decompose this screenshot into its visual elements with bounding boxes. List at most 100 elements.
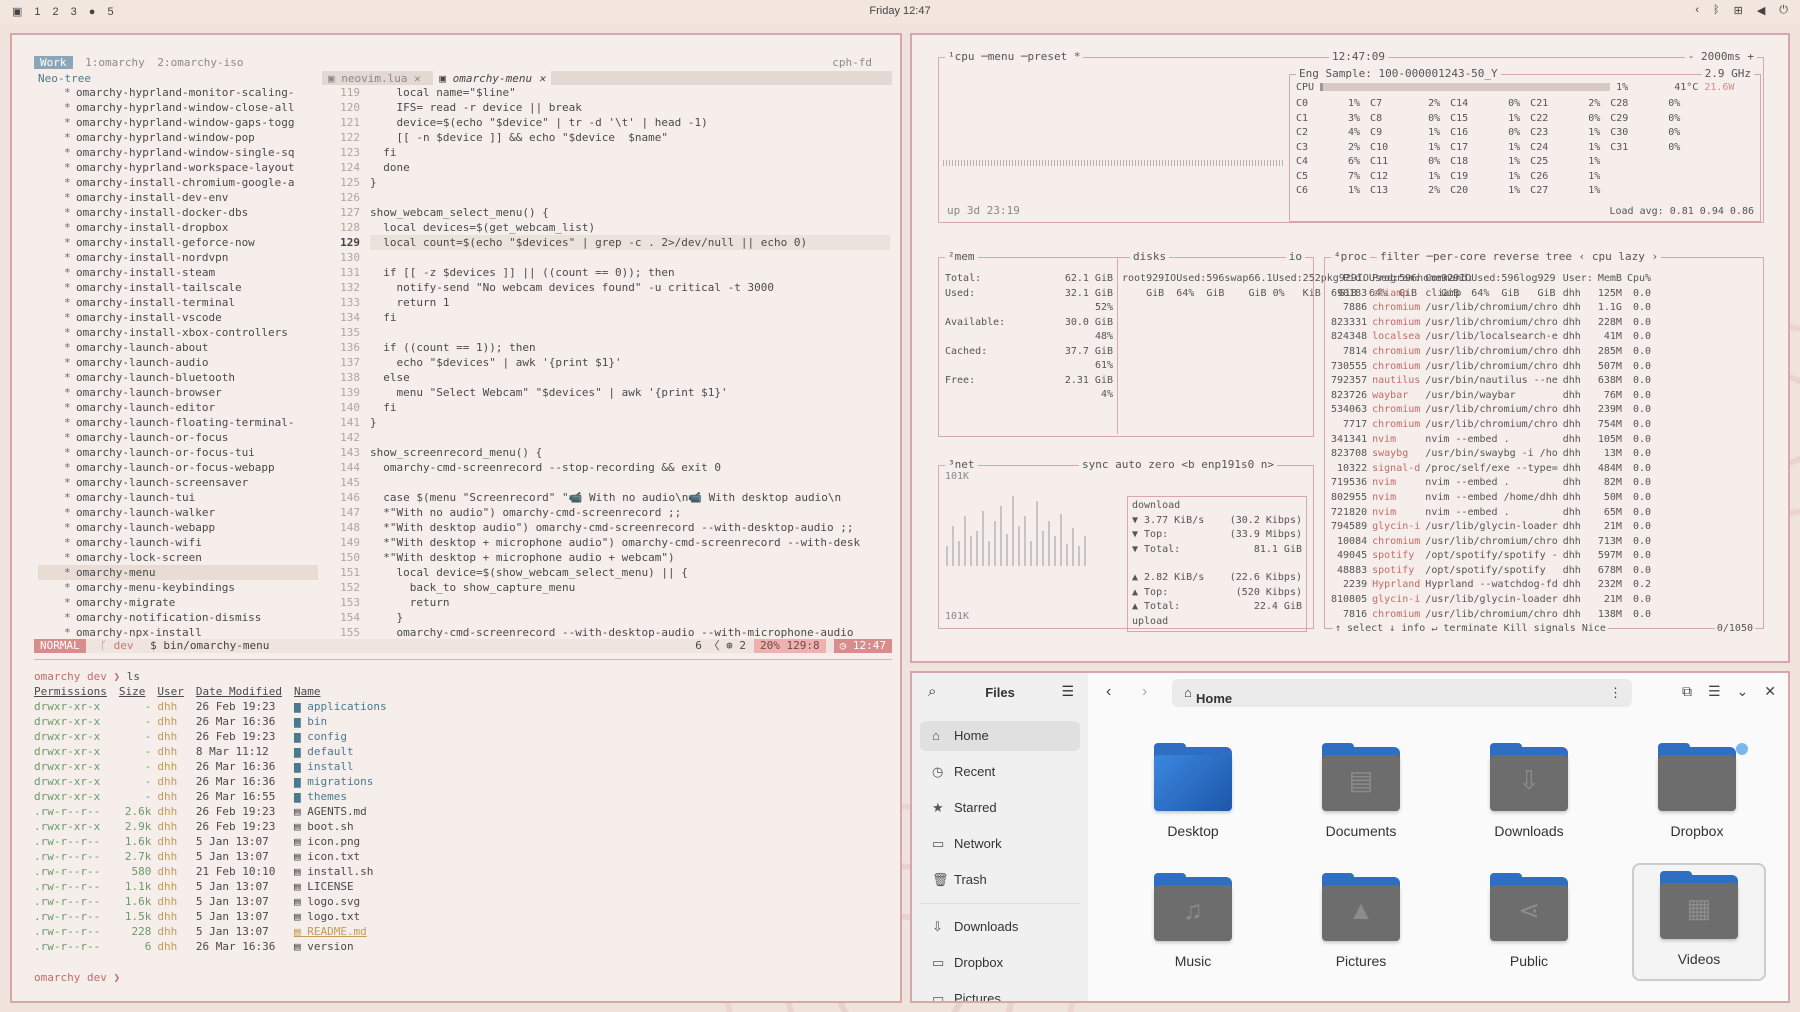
terminal-window-neovim[interactable]: Work 1:omarchy 2:omarchy-iso cph-fd Neo-… (10, 33, 902, 1003)
folder-videos[interactable]: ▦ Videos (1632, 863, 1766, 981)
proc-row[interactable]: 823726 waybar/usr/bin/waybar dhh 76M 0.0 (1331, 389, 1656, 404)
folder-music[interactable]: ♫ Music (1128, 867, 1258, 985)
proc-row[interactable]: 690183 cliamp cliamp dhh 125M 0.0 (1331, 287, 1656, 302)
tree-item[interactable]: omarchy-install-nordvpn (38, 250, 318, 265)
tree-item[interactable]: omarchy-install-vscode (38, 310, 318, 325)
network-icon[interactable]: ⊞ (1734, 4, 1743, 17)
shell-prompt-empty[interactable]: omarchy dev ❯ (34, 970, 892, 985)
tree-item[interactable]: omarchy-lock-screen (38, 550, 318, 565)
tree-item[interactable]: omarchy-launch-or-focus (38, 430, 318, 445)
tree-item[interactable]: omarchy-menu (38, 565, 318, 580)
sidebar-item-home[interactable]: ⌂ Home (920, 721, 1080, 751)
io-toggle[interactable]: io (1285, 250, 1305, 265)
bluetooth-icon[interactable]: ᛒ (1713, 4, 1720, 17)
sidebar-item-starred[interactable]: ★ Starred (920, 793, 1080, 823)
tree-item[interactable]: omarchy-launch-screensaver (38, 475, 318, 490)
ls-name[interactable]: ▆ migrations (294, 774, 393, 789)
workspace-2[interactable]: 2 (53, 6, 59, 18)
folder-desktop[interactable]: Desktop (1128, 737, 1258, 855)
proc-row[interactable]: 823708 swaybg/usr/bin/swaybg -i /ho dhh 13M… (1331, 447, 1656, 462)
proc-row[interactable]: 802955 nvim nvim --embed /home/dhh dhh 50M 0.… (1331, 491, 1656, 506)
shell-pane[interactable]: omarchy dev ❯ ls Permissions Size User Date… (34, 669, 892, 985)
tree-item[interactable]: omarchy-launch-floating-terminal- (38, 415, 318, 430)
ls-name[interactable]: ▤ install.sh (294, 864, 393, 879)
ls-name[interactable]: ▆ bin (294, 714, 393, 729)
ls-name[interactable]: ▤ logo.svg (294, 894, 393, 909)
workspace-1[interactable]: 1 (34, 6, 40, 18)
folder-documents[interactable]: ▤ Documents (1296, 737, 1426, 855)
cpu-panel-title[interactable]: ¹cpu ─menu ─preset * (945, 50, 1084, 64)
ls-name[interactable]: ▆ themes (294, 789, 393, 804)
tree-item[interactable]: omarchy-launch-editor (38, 400, 318, 415)
tree-item[interactable]: omarchy-launch-or-focus-tui (38, 445, 318, 460)
tree-item[interactable]: omarchy-notification-dismiss (38, 610, 318, 625)
chevron-left-icon[interactable]: ‹ (1695, 4, 1699, 17)
tree-item[interactable]: omarchy-launch-about (38, 340, 318, 355)
sidebar-item-trash[interactable]: 🗑 Trash (920, 865, 1080, 895)
buffer-tab-omarchy-menu[interactable]: ▣ omarchy-menu ✕ (433, 71, 552, 86)
tree-item[interactable]: omarchy-launch-walker (38, 505, 318, 520)
back-button[interactable]: ‹ (1106, 683, 1111, 701)
tree-item[interactable]: omarchy-install-chromium-google-a (38, 175, 318, 190)
tree-item[interactable]: omarchy-launch-webapp (38, 520, 318, 535)
tree-item[interactable]: omarchy-hyprland-window-close-all (38, 100, 318, 115)
new-tab-icon[interactable]: ⧉ (1682, 683, 1692, 700)
proc-row[interactable]: 10084 chromium/usr/lib/chromium/chro dhh 71… (1331, 535, 1656, 550)
workspace-4-active[interactable]: ● (89, 6, 96, 18)
ls-name[interactable]: ▤ icon.txt (294, 849, 393, 864)
tree-item[interactable]: omarchy-hyprland-window-single-sq (38, 145, 318, 160)
tab-omarchy[interactable]: 1:omarchy (85, 56, 145, 69)
sidebar-item-dropbox[interactable]: ▭ Dropbox (920, 948, 1080, 978)
ls-name[interactable]: ▤ LICENSE (294, 879, 393, 894)
btop-window[interactable]: ¹cpu ─menu ─preset * 12:47:09 - 2000ms +… (910, 33, 1790, 663)
ls-name[interactable]: ▤ AGENTS.md (294, 804, 393, 819)
tree-item[interactable]: omarchy-launch-wifi (38, 535, 318, 550)
proc-row[interactable]: 2239 Hyprland Hyprland --watchdog-fd dhh 232… (1331, 578, 1656, 593)
tree-item[interactable]: omarchy-launch-tui (38, 490, 318, 505)
tree-item[interactable]: omarchy-install-tailscale (38, 280, 318, 295)
proc-row[interactable]: 7814 chromium/usr/lib/chromium/chro dhh 285… (1331, 345, 1656, 360)
forward-button[interactable]: › (1142, 683, 1147, 701)
proc-row[interactable]: 721820 nvim nvim --embed . dhh 65M 0.0 (1331, 506, 1656, 521)
power-icon[interactable]: ⏻ (1779, 4, 1788, 17)
proc-row[interactable]: 48883 spotify/opt/spotify/spotify dhh 678M 0… (1331, 564, 1656, 579)
update-rate[interactable]: - 2000ms + (1684, 50, 1757, 64)
folder-downloads[interactable]: ⇩ Downloads (1464, 737, 1594, 855)
tree-item[interactable]: omarchy-hyprland-monitor-scaling- (38, 85, 318, 100)
path-menu-icon[interactable]: ⋮ (1609, 685, 1622, 701)
proc-row[interactable]: 719536 nvim nvim --embed . dhh 82M 0.0 (1331, 476, 1656, 491)
volume-icon[interactable]: ◀ (1757, 4, 1765, 17)
tree-item[interactable]: omarchy-install-dev-env (38, 190, 318, 205)
ls-name[interactable]: ▤ logo.txt (294, 909, 393, 924)
proc-row[interactable]: 730555 chromium/usr/lib/chromium/chro dhh 5… (1331, 360, 1656, 375)
ls-name[interactable]: ▆ config (294, 729, 393, 744)
files-window[interactable]: ⌕ Files ☰ ⌂ Home ◷ Recent ★ Starred ▭ Network 🗑 T… (910, 671, 1790, 1003)
list-view-icon[interactable]: ☰ (1708, 683, 1721, 700)
ls-name[interactable]: ▤ version (294, 939, 393, 954)
proc-column-header[interactable]: Command: (1425, 272, 1562, 287)
net-options[interactable]: sync auto zero <b enp191s0 n> (1079, 458, 1278, 472)
tree-item[interactable]: omarchy-npx-install (38, 625, 318, 640)
menu-icon[interactable]: ☰ (1061, 683, 1074, 700)
proc-column-header[interactable]: Cpu% (1627, 272, 1656, 287)
sidebar-item-pictures[interactable]: ▭ Pictures (920, 984, 1080, 1001)
proc-row[interactable]: 7717 chromium/usr/lib/chromium/chro dhh 754… (1331, 418, 1656, 433)
close-icon[interactable]: ✕ (1764, 683, 1776, 700)
proc-footer[interactable]: ↑ select ↓ info ↵ terminate Kill signals… (1333, 622, 1608, 636)
proc-row[interactable]: 7886 chromium/usr/lib/chromium/chro dhh 1.1… (1331, 301, 1656, 316)
workspace-3[interactable]: 3 (71, 6, 77, 18)
proc-column-header[interactable]: Pid: (1331, 272, 1372, 287)
tree-item[interactable]: omarchy-migrate (38, 595, 318, 610)
tree-item[interactable]: omarchy-menu-keybindings (38, 580, 318, 595)
ls-name[interactable]: ▤ icon.png (294, 834, 393, 849)
tree-item[interactable]: omarchy-install-steam (38, 265, 318, 280)
tree-item[interactable]: omarchy-install-docker-dbs (38, 205, 318, 220)
omarchy-logo-icon[interactable]: ▣ (12, 5, 22, 18)
tree-item[interactable]: omarchy-hyprland-workspace-layout (38, 160, 318, 175)
proc-row[interactable]: 10322 signal-d/proc/self/exe --type= dhh 48… (1331, 462, 1656, 477)
proc-column-header[interactable]: Program: (1372, 272, 1425, 287)
tree-item[interactable]: omarchy-hyprland-window-gaps-togg (38, 115, 318, 130)
code-editor[interactable]: local name="$line" IFS= read -r device |… (370, 85, 890, 640)
path-bar[interactable]: ⌂ Home ⋮ (1172, 679, 1632, 707)
ls-name[interactable]: ▆ applications (294, 699, 393, 714)
